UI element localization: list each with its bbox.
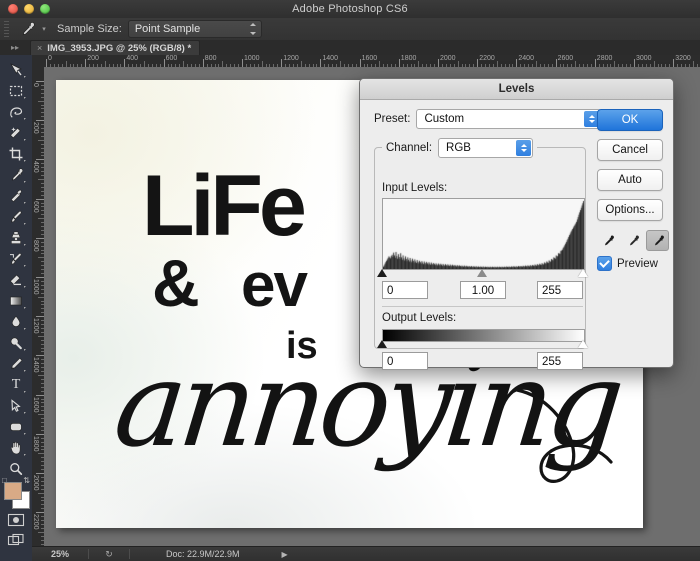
quick-mask-button[interactable] [5, 512, 27, 528]
document-tab[interactable]: × IMG_3953.JPG @ 25% (RGB/8) * [30, 40, 201, 55]
document-tab-bar: ▸▸ × IMG_3953.JPG @ 25% (RGB/8) * [0, 40, 700, 56]
ok-button[interactable]: OK [597, 109, 663, 131]
output-levels-slider[interactable] [377, 340, 588, 350]
check-icon [599, 256, 610, 268]
output-levels-fields: 0 255 [382, 352, 583, 372]
zoom-level[interactable]: 25% [32, 549, 88, 559]
sample-size-select[interactable]: Point Sample [127, 20, 262, 38]
set-white-point-eyedropper[interactable] [646, 230, 670, 251]
color-swatches[interactable]: □ ⇅ [2, 476, 30, 509]
output-shadow-handle[interactable] [377, 340, 387, 348]
dialog-divider [382, 306, 583, 307]
sidebar-item-brush-tool[interactable] [2, 206, 30, 227]
sidebar-item-pen-tool[interactable] [2, 353, 30, 374]
sidebar-item-healing-brush-tool[interactable] [2, 185, 30, 206]
output-levels-label: Output Levels: [382, 312, 457, 324]
sidebar-item-hand-tool[interactable] [2, 437, 30, 458]
input-levels-label: Input Levels: [382, 182, 448, 194]
input-gamma-handle[interactable] [477, 269, 487, 277]
histogram [382, 198, 585, 270]
preview-label: Preview [617, 257, 658, 270]
sidebar-item-gradient-tool[interactable] [2, 290, 30, 311]
sidebar-item-dodge-tool[interactable] [2, 332, 30, 353]
photoshop-window: Adobe Photoshop CS6 ▾ Sample Size: Point… [0, 0, 700, 561]
preview-row[interactable]: Preview [597, 256, 658, 271]
sidebar-item-magic-wand-tool[interactable] [2, 122, 30, 143]
panel-expand-icon[interactable]: ▸▸ [0, 40, 30, 55]
swap-colors-icon[interactable]: ⇅ [23, 476, 30, 485]
channel-label: Channel: [386, 142, 433, 154]
refresh-icon[interactable]: ↻ [89, 549, 129, 560]
sample-size-label: Sample Size: [57, 23, 122, 35]
channel-stepper-icon [516, 140, 532, 156]
document-tab-label: IMG_3953.JPG @ 25% (RGB/8) * [47, 42, 192, 54]
artwork-word-life: LiFe [142, 158, 307, 254]
sidebar-item-type-tool[interactable]: T [2, 374, 30, 395]
sidebar-item-move-tool[interactable] [2, 59, 30, 80]
status-menu-arrow-icon[interactable]: ▶ [282, 550, 288, 559]
tools-panel: T □ ⇅ [0, 55, 33, 561]
set-black-point-eyedropper[interactable] [597, 230, 620, 251]
histogram-canvas [383, 199, 584, 269]
preset-value: Custom [424, 113, 465, 125]
eyedropper-icon[interactable] [15, 19, 39, 39]
cancel-button[interactable]: Cancel [597, 139, 663, 161]
artwork-word-ev: ev [241, 251, 308, 320]
preset-select[interactable]: Custom [416, 109, 602, 129]
sidebar-item-clone-stamp-tool[interactable] [2, 227, 30, 248]
sidebar-item-history-brush-tool[interactable] [2, 248, 30, 269]
sample-size-value: Point Sample [134, 23, 201, 35]
dialog-body: Preset: Custom Channel: RGB Input Levels… [360, 100, 673, 370]
dialog-buttons: OK Cancel Auto Options... [597, 109, 663, 229]
preset-row: Preset: Custom [374, 109, 627, 129]
artwork-word-ampersand: & [152, 246, 200, 320]
screen-mode-button[interactable] [5, 532, 27, 548]
input-shadow-field[interactable]: 0 [382, 281, 428, 299]
input-gamma-field[interactable]: 1.00 [460, 281, 506, 299]
levels-dialog: Levels Preset: Custom Channel: RGB Input… [359, 78, 674, 370]
sidebar-item-blur-tool[interactable] [2, 311, 30, 332]
channel-value: RGB [446, 142, 471, 154]
set-gray-point-eyedropper[interactable] [622, 230, 645, 251]
input-levels-slider[interactable] [377, 269, 588, 279]
preview-checkbox[interactable] [597, 256, 612, 271]
sample-size-stepper-icon [250, 23, 257, 35]
sidebar-item-marquee-tool[interactable] [2, 80, 30, 101]
channel-row: Channel: RGB [382, 138, 538, 158]
foreground-color-swatch[interactable] [4, 482, 22, 500]
input-levels-fields: 0 1.00 255 [382, 281, 583, 301]
type-tool-glyph: T [11, 376, 21, 392]
eyedropper-group [597, 230, 670, 251]
auto-button[interactable]: Auto [597, 169, 663, 191]
sidebar-item-path-selection-tool[interactable] [2, 395, 30, 416]
preset-label: Preset: [374, 113, 411, 125]
sidebar-item-lasso-tool[interactable] [2, 101, 30, 122]
sidebar-item-crop-tool[interactable] [2, 143, 30, 164]
dialog-title: Levels [360, 79, 673, 100]
options-bar-grip[interactable] [2, 21, 11, 37]
status-bar: 25% ↻ Doc: 22.9M/22.9M ▶ [32, 546, 700, 561]
output-highlight-handle[interactable] [578, 340, 588, 348]
sidebar-item-eyedropper-tool[interactable] [2, 164, 30, 185]
document-size-info: Doc: 22.9M/22.9M [166, 549, 240, 559]
window-title-bar: Adobe Photoshop CS6 [0, 0, 700, 19]
artwork-flourish-icon [515, 388, 613, 483]
output-highlight-field[interactable]: 255 [537, 352, 583, 370]
app-title: Adobe Photoshop CS6 [292, 3, 408, 15]
input-highlight-field[interactable]: 255 [537, 281, 583, 299]
tool-preset-caret[interactable]: ▾ [39, 25, 49, 33]
options-bar: ▾ Sample Size: Point Sample [0, 18, 700, 41]
options-button[interactable]: Options... [597, 199, 663, 221]
close-icon[interactable]: × [37, 43, 42, 53]
channel-select[interactable]: RGB [438, 138, 534, 158]
output-shadow-field[interactable]: 0 [382, 352, 428, 370]
input-highlight-handle[interactable] [578, 269, 588, 277]
sidebar-item-shape-tool[interactable] [2, 416, 30, 437]
input-shadow-value: 0 [387, 285, 394, 297]
sidebar-item-eraser-tool[interactable] [2, 269, 30, 290]
input-shadow-handle[interactable] [377, 269, 387, 277]
